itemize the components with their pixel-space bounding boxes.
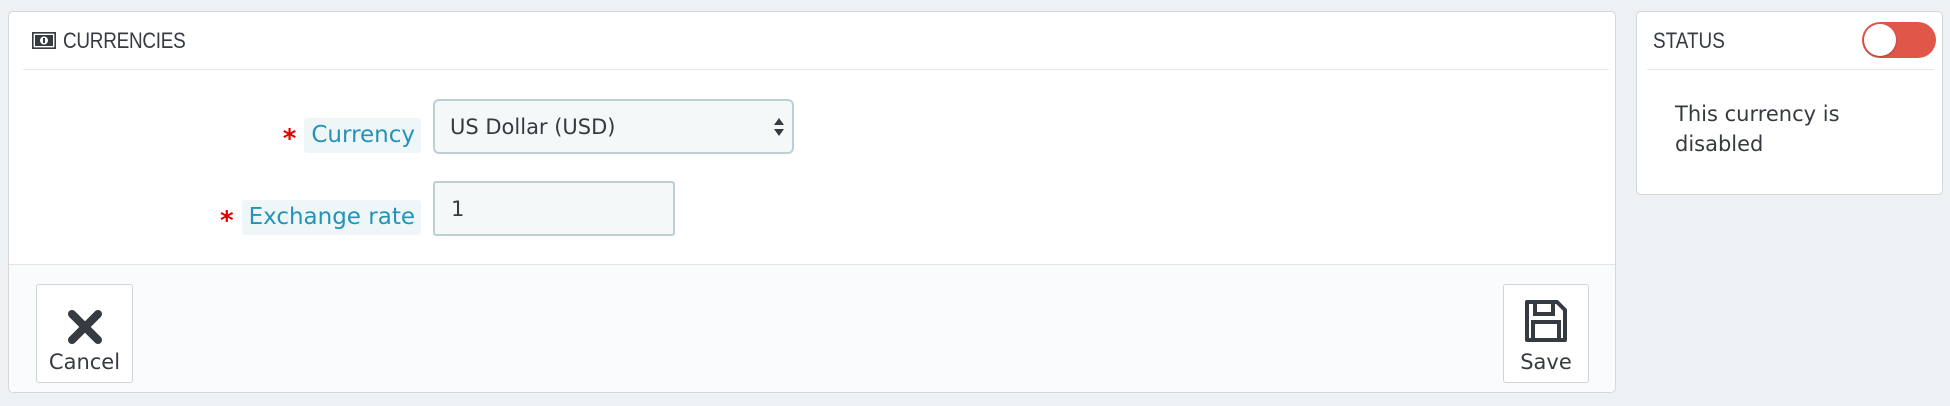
select-arrows-icon bbox=[774, 118, 784, 136]
close-icon bbox=[67, 310, 102, 344]
exchange-rate-label: Exchange rate bbox=[241, 200, 421, 235]
currency-select-value: US Dollar (USD) bbox=[450, 114, 616, 139]
currency-label-row: * Currency bbox=[9, 118, 421, 158]
money-bill-icon bbox=[31, 31, 57, 50]
exchange-rate-label-row: * Exchange rate bbox=[9, 200, 421, 240]
cancel-button[interactable]: Cancel bbox=[36, 284, 133, 383]
status-title: STATUS bbox=[1653, 27, 1725, 53]
exchange-rate-input[interactable]: 1 bbox=[433, 181, 675, 236]
required-marker: * bbox=[219, 205, 234, 236]
status-panel: STATUS This currency is disabled bbox=[1636, 11, 1943, 195]
status-toggle[interactable] bbox=[1862, 22, 1936, 58]
toggle-knob bbox=[1864, 24, 1896, 56]
floppy-disk-icon bbox=[1525, 300, 1567, 342]
currencies-panel: CURRENCIES * Currency US Dollar (USD) * … bbox=[8, 11, 1616, 393]
cancel-button-label: Cancel bbox=[48, 350, 121, 374]
currency-label: Currency bbox=[304, 118, 421, 153]
status-message: This currency is disabled bbox=[1675, 102, 1840, 156]
panel-title: CURRENCIES bbox=[63, 27, 186, 53]
required-marker: * bbox=[282, 123, 297, 154]
exchange-rate-value: 1 bbox=[451, 196, 465, 221]
currency-select[interactable]: US Dollar (USD) bbox=[433, 99, 794, 154]
currencies-panel-header: CURRENCIES bbox=[23, 12, 1609, 70]
save-button[interactable]: Save bbox=[1503, 284, 1589, 383]
save-button-label: Save bbox=[1520, 350, 1572, 374]
status-panel-header: STATUS bbox=[1647, 12, 1936, 70]
panel-footer: Cancel Save bbox=[9, 264, 1615, 392]
